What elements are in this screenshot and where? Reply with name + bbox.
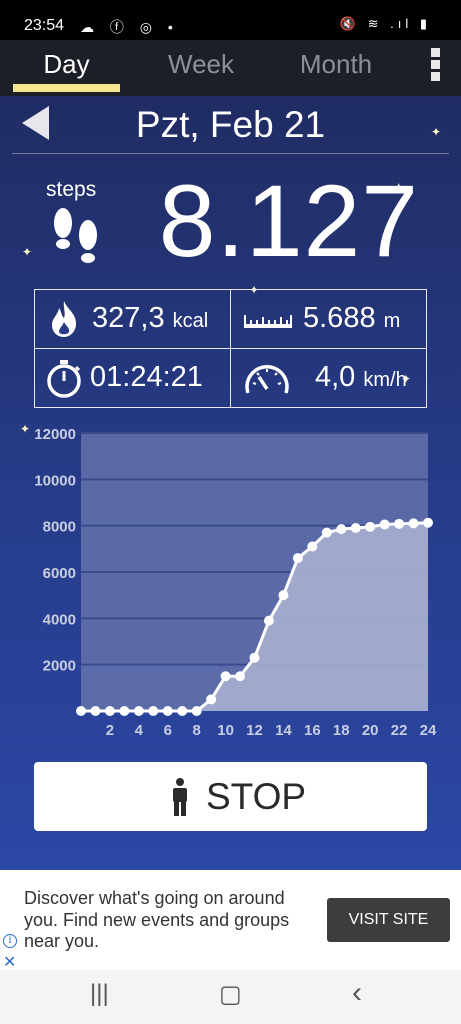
chart-x-tick-label: 16 xyxy=(304,722,321,739)
ad-close-icon[interactable]: ✕ xyxy=(3,952,16,972)
chart-data-point xyxy=(263,615,274,626)
flame-icon xyxy=(52,301,77,337)
chart-data-point xyxy=(119,706,130,716)
tab-week[interactable]: Week xyxy=(145,46,257,92)
walking-person-icon xyxy=(173,778,187,816)
tab-day[interactable]: Day xyxy=(13,46,120,92)
stop-button[interactable]: STOP xyxy=(34,762,427,831)
notification-icons: ☁ ⓕ ◎ • xyxy=(80,19,179,35)
chart-x-tick-label: 8 xyxy=(192,722,200,739)
speed-value: 4,0 km/h xyxy=(315,361,407,393)
visit-site-button[interactable]: VISIT SITE xyxy=(327,898,450,942)
system-nav-bar: ||| ▢ ‹ xyxy=(0,970,461,1024)
stop-button-label: STOP xyxy=(206,776,307,817)
chart-data-point xyxy=(408,518,419,529)
duration-value: 01:24:21 xyxy=(90,361,203,393)
chart-data-point xyxy=(365,521,376,532)
ruler-icon xyxy=(244,315,292,328)
calories-cell: 327,3 kcal xyxy=(35,290,230,348)
chart-y-tick-label: 8000 xyxy=(43,519,76,536)
stats-grid: 327,3 kcal 5.688 m 01:24:21 4,0 km/h xyxy=(34,289,427,408)
chart-x-tick-label: 2 xyxy=(106,722,114,739)
chart-y-tick-label: 6000 xyxy=(43,565,76,582)
chart-data-point xyxy=(206,694,217,705)
back-icon[interactable]: ‹ xyxy=(352,976,362,1010)
chart-data-point xyxy=(350,522,361,533)
chart-data-point xyxy=(133,706,144,716)
chart-x-tick-label: 4 xyxy=(135,722,144,739)
ad-banner[interactable]: Discover what's going on around you. Fin… xyxy=(0,870,461,972)
ad-text: Discover what's going on around you. Fin… xyxy=(24,888,290,951)
speed-cell: 4,0 km/h xyxy=(231,349,426,407)
distance-cell: 5.688 m xyxy=(231,290,426,348)
home-icon[interactable]: ▢ xyxy=(219,980,242,1009)
chart-data-point xyxy=(220,671,231,682)
duration-cell: 01:24:21 xyxy=(35,349,230,407)
steps-chart: 2000 4000 6000 8000 10000 12000 2 4 6 8 10 12 14 16 18… xyxy=(0,426,461,746)
steps-label: steps xyxy=(46,178,97,201)
chart-data-point xyxy=(278,590,289,601)
tab-month[interactable]: Month xyxy=(283,46,389,92)
chart-data-point xyxy=(292,553,303,564)
stopwatch-icon xyxy=(47,360,81,398)
chart-data-point xyxy=(90,706,101,716)
chart-data-point xyxy=(336,524,347,535)
chart-x-tick-label: 24 xyxy=(420,722,437,739)
calories-value: 327,3 kcal xyxy=(92,302,209,334)
chart-data-point xyxy=(321,527,332,538)
chart-data-point xyxy=(76,706,86,716)
divider xyxy=(12,153,449,154)
chart-data-point xyxy=(177,706,188,716)
chart-data-point xyxy=(235,671,246,682)
chart-data-point xyxy=(104,706,115,716)
current-date: Pzt, Feb 21 xyxy=(135,104,326,145)
chart-data-point xyxy=(379,519,390,530)
ad-info-icon[interactable]: i xyxy=(3,934,17,948)
chart-x-tick-label: 14 xyxy=(275,722,292,739)
chart-x-tick-label: 22 xyxy=(391,722,408,739)
chart-x-tick-label: 20 xyxy=(362,722,379,739)
chart-data-point xyxy=(307,541,318,552)
chart-x-tick-label: 6 xyxy=(164,722,172,739)
chart-data-point xyxy=(394,518,405,529)
footprints-icon xyxy=(54,208,97,263)
chart-x-tick-label: 10 xyxy=(217,722,234,739)
steps-chart-svg: 200040006000800010000120002 4 6 8 10 12 14 16 18… xyxy=(34,426,437,739)
status-bar: 23:54 ☁ ⓕ ◎ • 🔇 ≋ .ıl ▮ xyxy=(0,0,461,40)
chart-y-tick-label: 12000 xyxy=(34,426,76,443)
chart-x-tick-label: 12 xyxy=(246,722,263,739)
distance-value: 5.688 m xyxy=(303,302,401,334)
speedometer-icon xyxy=(245,365,289,394)
chart-data-point xyxy=(148,706,159,716)
overflow-menu-icon[interactable] xyxy=(431,48,441,84)
system-status-icons: 🔇 ≋ .ıl ▮ xyxy=(339,16,431,31)
chart-y-tick-label: 4000 xyxy=(43,611,76,628)
status-time: 23:54 xyxy=(24,17,65,34)
chart-data-point xyxy=(191,706,202,716)
chart-y-tick-label: 10000 xyxy=(34,472,76,489)
recents-icon[interactable]: ||| xyxy=(90,980,109,1008)
main-panel: ✦ ✦ ✦ ✦ ✦ ✦ Pzt, Feb 21 steps 8.127 327,… xyxy=(0,96,461,870)
star-decoration-icon: ✦ xyxy=(22,245,33,259)
period-tabs: Day Week Month xyxy=(0,40,461,96)
chart-x-tick-label: 18 xyxy=(333,722,350,739)
steps-count: 8.127 xyxy=(158,164,419,278)
chart-data-point xyxy=(162,706,173,716)
chart-data-point xyxy=(249,652,260,663)
chart-y-tick-label: 2000 xyxy=(43,658,76,675)
chart-data-point xyxy=(423,517,433,528)
